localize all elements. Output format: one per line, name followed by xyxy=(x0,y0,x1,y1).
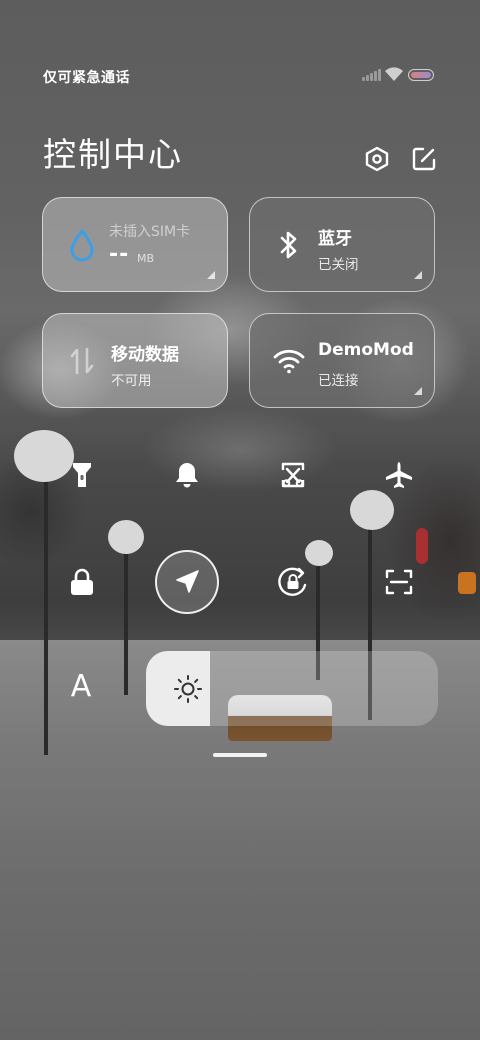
airplane-toggle[interactable] xyxy=(369,445,429,505)
brightness-slider[interactable] xyxy=(146,651,438,726)
bluetooth-tile[interactable]: 蓝牙 已关闭 xyxy=(249,197,435,292)
lock-screen-toggle[interactable] xyxy=(52,552,112,612)
location-toggle[interactable] xyxy=(155,550,219,614)
status-bar: 仅可紧急通话 xyxy=(0,62,480,90)
rotation-lock-icon xyxy=(278,567,307,596)
silent-toggle[interactable] xyxy=(157,445,217,505)
lamp-post xyxy=(124,545,128,695)
airplane-icon xyxy=(386,462,412,488)
data-usage-unit: MB xyxy=(137,252,155,265)
expand-corner-icon xyxy=(414,387,422,395)
bluetooth-icon xyxy=(272,228,306,262)
wifi-status: 已连接 xyxy=(318,373,359,389)
font-size-button[interactable]: A xyxy=(66,668,96,706)
bluetooth-status: 已关闭 xyxy=(318,257,359,273)
home-indicator[interactable] xyxy=(213,753,267,757)
expand-corner-icon xyxy=(207,271,215,279)
lock-icon xyxy=(71,568,93,595)
page-title: 控制中心 xyxy=(43,135,183,174)
wifi-icon xyxy=(272,344,306,378)
battery-icon xyxy=(408,69,434,81)
lamp-post xyxy=(44,470,48,755)
mobile-data-title: 移动数据 xyxy=(111,345,179,365)
bluetooth-title: 蓝牙 xyxy=(318,229,352,249)
screenshot-toggle[interactable] xyxy=(263,445,323,505)
sun-icon xyxy=(174,675,202,703)
flashlight-icon xyxy=(73,463,91,487)
carrier-status-text: 仅可紧急通话 xyxy=(43,70,130,86)
edit-icon[interactable] xyxy=(411,146,437,172)
wifi-status-icon xyxy=(385,67,403,81)
lamp-head xyxy=(108,520,144,554)
scan-icon xyxy=(385,569,413,595)
wifi-network-name: DemoMod xyxy=(318,340,414,360)
settings-icon[interactable] xyxy=(364,146,390,172)
flashlight-toggle[interactable] xyxy=(52,445,112,505)
location-icon xyxy=(176,570,199,593)
data-usage-tile[interactable]: 未插入SIM卡 -- MB xyxy=(42,197,228,292)
rotation-lock-toggle[interactable] xyxy=(263,552,323,612)
mobile-data-status: 不可用 xyxy=(111,373,152,389)
screenshot-icon xyxy=(281,462,305,488)
bell-icon xyxy=(176,463,198,488)
expand-corner-icon xyxy=(414,271,422,279)
water-drop-icon xyxy=(65,228,99,262)
signal-icon xyxy=(362,69,381,81)
orange-sign xyxy=(458,572,476,594)
scan-toggle[interactable] xyxy=(369,552,429,612)
mobile-data-tile[interactable]: 移动数据 不可用 xyxy=(42,313,228,408)
wifi-tile[interactable]: DemoMod 已连接 xyxy=(249,313,435,408)
data-usage-value: -- xyxy=(109,242,130,267)
data-arrows-icon xyxy=(65,344,99,378)
sim-status-label: 未插入SIM卡 xyxy=(109,224,191,240)
